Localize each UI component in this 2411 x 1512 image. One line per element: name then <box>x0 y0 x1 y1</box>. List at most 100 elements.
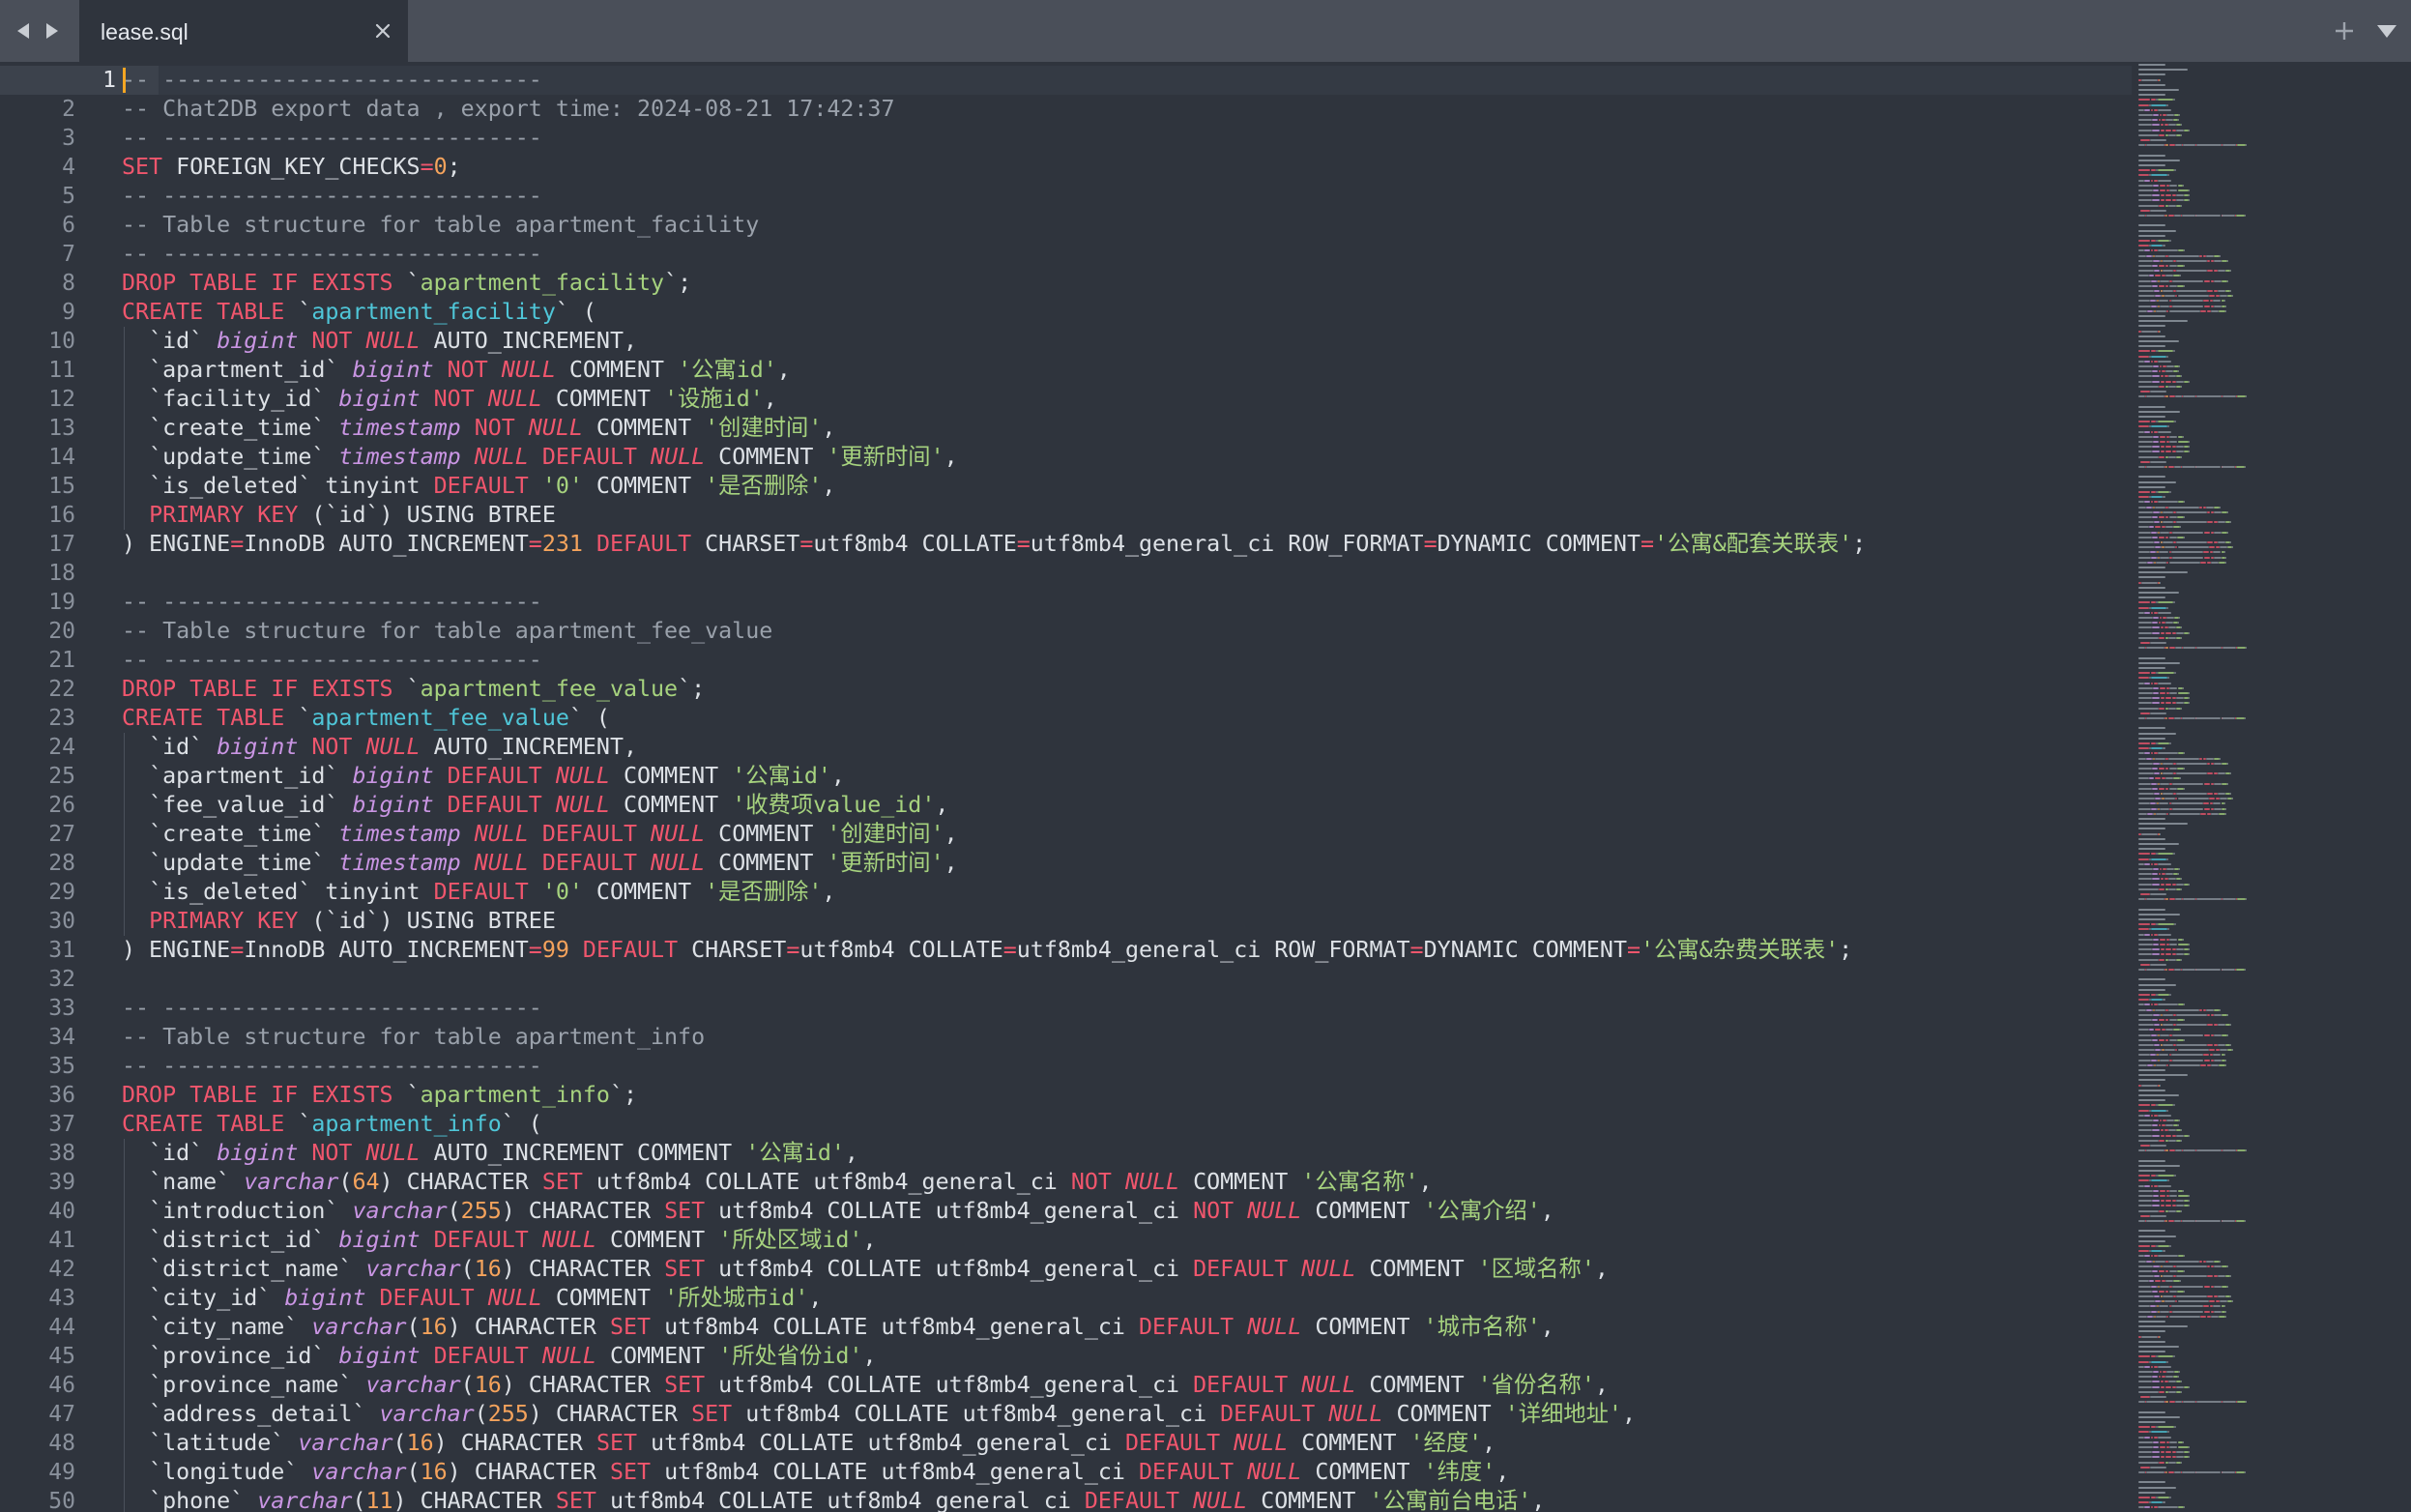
code-token: ) CHARACTER <box>433 1430 596 1456</box>
code-line[interactable]: ) ENGINE=InnoDB AUTO_INCREMENT=231 DEFAU… <box>122 530 1866 559</box>
code-line[interactable]: `id` bigint NOT NULL AUTO_INCREMENT, <box>122 733 637 762</box>
chevron-down-icon[interactable] <box>2376 23 2397 39</box>
code-line[interactable]: -- Table structure for table apartment_f… <box>122 617 772 646</box>
minimap-mark <box>2232 1049 2234 1052</box>
code-line[interactable]: CREATE TABLE `apartment_fee_value` ( <box>122 704 610 733</box>
minimap[interactable] <box>2138 62 2399 1512</box>
code-token: , <box>1418 1169 1433 1195</box>
code-line[interactable]: `phone` varchar(11) CHARACTER SET utf8mb… <box>122 1487 1545 1512</box>
code-line[interactable]: `create_time` timestamp NULL DEFAULT NUL… <box>122 820 958 849</box>
code-line[interactable]: `province_id` bigint DEFAULT NULL COMMEN… <box>122 1342 876 1371</box>
code-line[interactable]: DROP TABLE IF EXISTS `apartment_fee_valu… <box>122 675 705 704</box>
code-line[interactable]: `update_time` timestamp NULL DEFAULT NUL… <box>122 849 958 878</box>
minimap-mark <box>2172 279 2204 282</box>
minimap-mark <box>2140 1335 2158 1338</box>
minimap-mark <box>2182 647 2196 650</box>
minimap-mark <box>2222 647 2236 650</box>
code-line[interactable]: `id` bigint NOT NULL AUTO_INCREMENT COMM… <box>122 1139 858 1168</box>
minimap-mark <box>2144 1114 2150 1117</box>
minimap-mark <box>2144 501 2150 504</box>
minimap-mark <box>2207 290 2214 292</box>
minimap-mark <box>2152 1456 2161 1459</box>
code-line[interactable]: -- ---------------------------- <box>122 994 542 1023</box>
minimap-mark <box>2138 1446 2154 1448</box>
close-icon[interactable] <box>371 19 394 43</box>
code-line[interactable]: -- ---------------------------- <box>122 182 542 211</box>
code-line[interactable]: -- ---------------------------- <box>122 646 542 675</box>
code-editor[interactable]: 1 2 3 4 5 6 7 8 9 10 11 12 13 14 15 16 17 18 19 20 21 22 23 24 2… <box>0 62 2411 1512</box>
code-line[interactable]: PRIMARY KEY (`id`) USING BTREE <box>122 907 556 936</box>
minimap-mark <box>2207 521 2214 524</box>
minimap-mark <box>2138 446 2153 449</box>
minimap-mark <box>2207 541 2214 543</box>
minimap-mark <box>2183 787 2185 790</box>
minimap-mark <box>2167 1471 2174 1473</box>
code-line[interactable]: `id` bigint NOT NULL AUTO_INCREMENT, <box>122 327 637 356</box>
code-line[interactable]: `district_name` varchar(16) CHARACTER SE… <box>122 1255 1609 1284</box>
minimap-mark <box>2138 421 2150 423</box>
code-token: '是否删除' <box>705 879 823 905</box>
code-line[interactable]: `create_time` timestamp NOT NULL COMMENT… <box>122 414 835 443</box>
code-line[interactable]: DROP TABLE IF EXISTS `apartment_info`; <box>122 1081 637 1110</box>
minimap-mark <box>2138 1471 2146 1473</box>
code-line[interactable]: PRIMARY KEY (`id`) USING BTREE <box>122 501 556 530</box>
code-token: DYNAMIC COMMENT <box>1437 531 1641 557</box>
code-line[interactable]: `apartment_id` bigint NOT NULL COMMENT '… <box>122 356 791 385</box>
code-token: , <box>822 879 836 905</box>
plus-icon[interactable] <box>2334 20 2355 42</box>
code-token: -- Table structure for table apartment_f… <box>122 618 773 644</box>
code-line[interactable]: -- ---------------------------- <box>122 588 542 617</box>
minimap-mark <box>2173 672 2176 675</box>
code-line[interactable]: `province_name` varchar(16) CHARACTER SE… <box>122 1371 1609 1400</box>
code-line[interactable]: -- ---------------------------- <box>122 66 542 95</box>
minimap-mark <box>2218 812 2225 815</box>
code-line[interactable]: `update_time` timestamp NULL DEFAULT NUL… <box>122 443 958 472</box>
minimap-mark <box>2157 99 2173 102</box>
minimap-mark <box>2150 782 2157 785</box>
minimap-mark <box>2138 1104 2150 1107</box>
minimap-mark <box>2138 1491 2165 1494</box>
code-line[interactable]: DROP TABLE IF EXISTS `apartment_facility… <box>122 269 691 298</box>
minimap-mark <box>2207 1024 2214 1027</box>
triangle-left-icon[interactable] <box>12 19 35 43</box>
code-line[interactable]: -- ---------------------------- <box>122 124 542 153</box>
code-line[interactable]: `apartment_id` bigint DEFAULT NULL COMME… <box>122 762 845 791</box>
minimap-mark <box>2181 636 2182 639</box>
code-line[interactable]: `city_id` bigint DEFAULT NULL COMMENT '所… <box>122 1284 822 1313</box>
code-line[interactable]: `longitude` varchar(16) CHARACTER SET ut… <box>122 1458 1509 1487</box>
code-line[interactable]: CREATE TABLE `apartment_facility` ( <box>122 298 596 327</box>
minimap-mark <box>2173 1175 2176 1178</box>
minimap-mark <box>2181 878 2182 881</box>
code-line[interactable]: `facility_id` bigint NOT NULL COMMENT '设… <box>122 385 777 414</box>
code-line[interactable]: CREATE TABLE `apartment_info` ( <box>122 1110 542 1139</box>
code-line[interactable]: `city_name` varchar(16) CHARACTER SET ut… <box>122 1313 1554 1342</box>
minimap-mark <box>2214 1059 2222 1061</box>
code-line[interactable]: `district_id` bigint DEFAULT NULL COMMEN… <box>122 1226 876 1255</box>
code-line[interactable]: `fee_value_id` bigint DEFAULT NULL COMME… <box>122 791 948 820</box>
code-line[interactable]: `is_deleted` tinyint DEFAULT '0' COMMENT… <box>122 472 835 501</box>
minimap-mark <box>2210 309 2219 312</box>
code-area[interactable]: -- ---------------------------- -- Chat2D… <box>122 62 2123 1512</box>
code-line[interactable]: -- Table structure for table apartment_i… <box>122 1023 705 1052</box>
code-line[interactable]: ) ENGINE=InnoDB AUTO_INCREMENT=99 DEFAUL… <box>122 936 1852 965</box>
minimap-mark <box>2235 215 2245 217</box>
minimap-mark <box>2164 697 2172 700</box>
code-line[interactable]: `introduction` varchar(255) CHARACTER SE… <box>122 1197 1554 1226</box>
triangle-right-icon[interactable] <box>41 19 64 43</box>
code-line[interactable]: -- Chat2DB export data , export time: 20… <box>122 95 894 124</box>
code-line[interactable]: `is_deleted` tinyint DEFAULT '0' COMMENT… <box>122 878 835 907</box>
code-token: NULL <box>1247 1198 1302 1224</box>
minimap-mark <box>2138 144 2146 147</box>
code-line[interactable]: `name` varchar(64) CHARACTER SET utf8mb4… <box>122 1168 1433 1197</box>
code-line[interactable]: `latitude` varchar(16) CHARACTER SET utf… <box>122 1429 1496 1458</box>
code-line[interactable]: -- Table structure for table apartment_f… <box>122 211 759 240</box>
code-line[interactable]: -- ---------------------------- <box>122 240 542 269</box>
tab-lease-sql[interactable]: lease.sql <box>79 0 408 62</box>
minimap-mark <box>2144 611 2150 614</box>
code-line[interactable]: -- ---------------------------- <box>122 1052 542 1081</box>
code-line[interactable]: SET FOREIGN_KEY_CHECKS=0; <box>122 153 461 182</box>
minimap-mark <box>2222 762 2227 765</box>
code-line[interactable]: `address_detail` varchar(255) CHARACTER … <box>122 1400 1636 1429</box>
